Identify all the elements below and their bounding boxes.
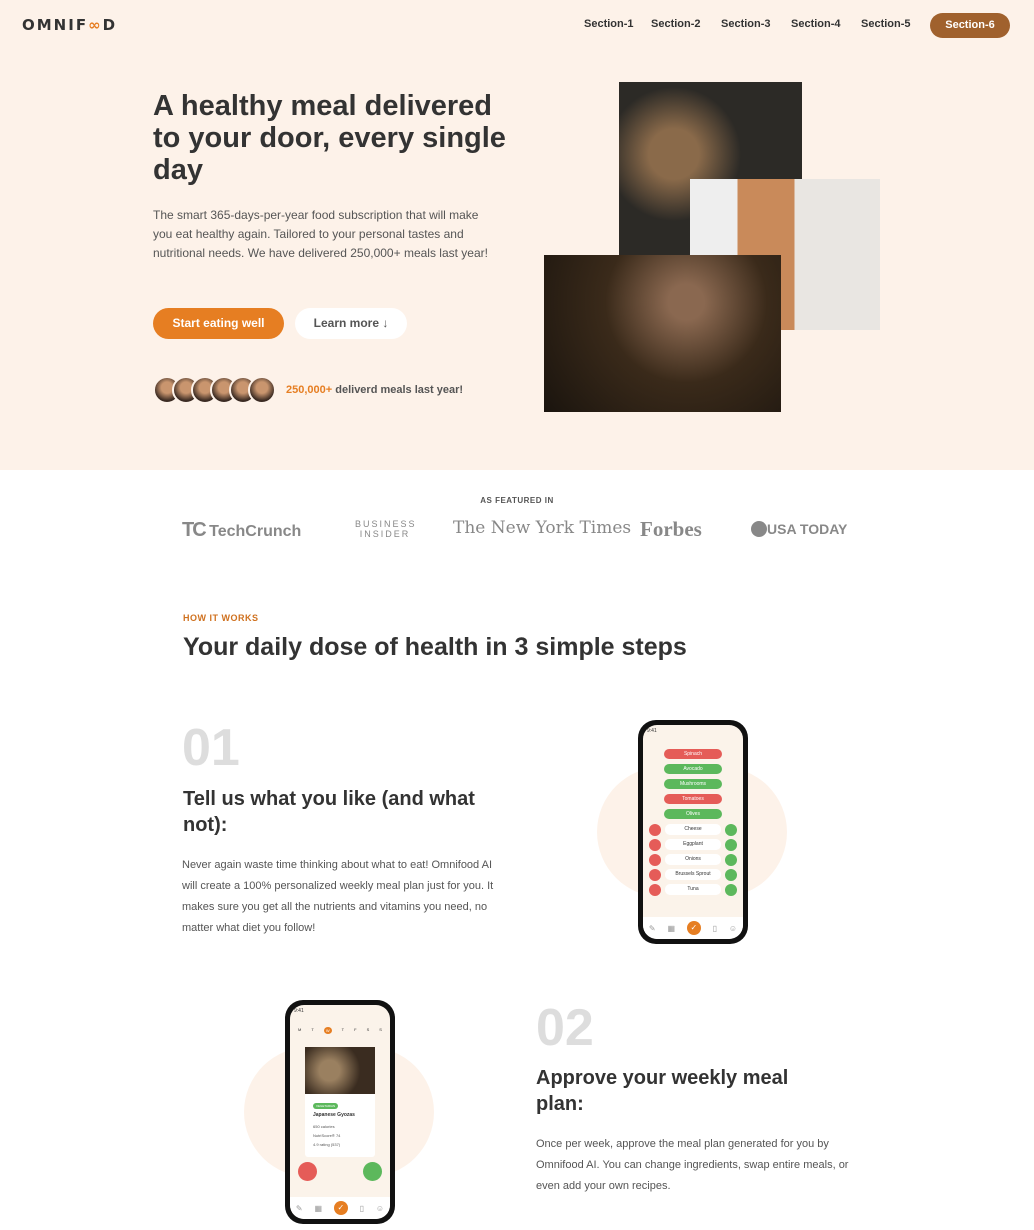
thumbs-up-icon[interactable] xyxy=(725,869,737,881)
food-row: Brussels Sprout xyxy=(649,869,737,881)
calendar-icon: ▦ xyxy=(314,1203,322,1213)
thumbs-down-button[interactable] xyxy=(298,1162,317,1181)
nav-section-2[interactable]: Section-2 xyxy=(651,18,701,30)
meal-name: Japanese Gyozas xyxy=(313,1112,355,1118)
logo-nyt: The New York Times xyxy=(453,518,632,538)
hero-image-woman-eating xyxy=(544,255,781,412)
food-pill[interactable]: Spinach xyxy=(664,749,722,759)
check-icon: ✓ xyxy=(333,1201,348,1215)
food-pill[interactable]: Mushrooms xyxy=(664,779,722,789)
phone-tab-bar: ✎ ▦ ✓ ▯ ☺ xyxy=(290,1197,390,1219)
nav-section-1[interactable]: Section-1 xyxy=(584,18,634,30)
meal-calories: 650 calories xyxy=(313,1124,335,1129)
meal-image xyxy=(305,1047,375,1094)
how-it-works-subheading: HOW IT WORKS xyxy=(183,613,259,623)
hero-title: A healthy meal delivered to your door, e… xyxy=(153,90,506,186)
thumbs-up-icon[interactable] xyxy=(725,839,737,851)
phone-time: 9:41 xyxy=(294,1008,304,1014)
meal-card[interactable]: VEGETARIAN Japanese Gyozas 650 calories N… xyxy=(305,1047,375,1157)
how-it-works-heading: Your daily dose of health in 3 simple st… xyxy=(183,633,687,661)
food-pill[interactable]: Avocado xyxy=(664,764,722,774)
food-row: Eggplant xyxy=(649,839,737,851)
featured-label: AS FEATURED IN xyxy=(480,496,554,505)
thumbs-down-icon[interactable] xyxy=(649,869,661,881)
hero-description: The smart 365-days-per-year food subscri… xyxy=(153,208,488,260)
logo-forbes: Forbes xyxy=(640,517,702,541)
food-row: Onions xyxy=(649,854,737,866)
thumbs-up-icon[interactable] xyxy=(725,854,737,866)
nav-section-5[interactable]: Section-5 xyxy=(861,18,911,30)
thumbs-up-button[interactable] xyxy=(363,1162,382,1181)
bookmark-icon: ▯ xyxy=(712,923,718,933)
step-title: Tell us what you like (and what not): xyxy=(183,788,475,836)
delivered-meals: 250,000+ deliverd meals last year! xyxy=(286,384,463,396)
logo-techcrunch: TC TechCrunch xyxy=(182,519,302,541)
food-pill[interactable]: Tomatoes xyxy=(664,794,722,804)
meal-tag: VEGETARIAN xyxy=(313,1103,339,1109)
phone-tab-bar: ✎ ▦ ✓ ▯ ☺ xyxy=(643,917,743,939)
phone-mockup-preferences: 9:41 Spinach Avocado Mushrooms Tomatoes … xyxy=(638,720,748,944)
step-number: 02 xyxy=(536,999,594,1057)
logo-business-insider: BUSINESS INSIDER xyxy=(355,519,417,539)
thumbs-down-icon[interactable] xyxy=(649,839,661,851)
check-icon: ✓ xyxy=(686,921,701,935)
thumbs-down-icon[interactable] xyxy=(649,854,661,866)
step-text: Never again waste time thinking about wh… xyxy=(182,859,494,934)
delivered-count: 250,000+ xyxy=(286,384,333,396)
carrot-icon: ✎ xyxy=(648,923,656,933)
step-text: Once per week, approve the meal plan gen… xyxy=(536,1138,849,1192)
user-icon: ☺ xyxy=(375,1203,385,1213)
phone-time: 9:41 xyxy=(647,728,657,734)
weekday-selector: MTWTFSS xyxy=(298,1027,382,1034)
food-pill[interactable]: Olives xyxy=(664,809,722,819)
logo-usa-today: USA TODAY xyxy=(751,521,847,537)
meal-rating: 4.9 rating (537) xyxy=(313,1142,341,1147)
customer-avatars xyxy=(153,376,276,404)
thumbs-down-icon[interactable] xyxy=(649,884,661,896)
step-title: Approve your weekly meal plan: xyxy=(536,1067,789,1115)
thumbs-up-icon[interactable] xyxy=(725,824,737,836)
food-row: Cheese xyxy=(649,824,737,836)
carrot-icon: ✎ xyxy=(295,1203,303,1213)
start-eating-button[interactable]: Start eating well xyxy=(153,308,284,339)
avatar xyxy=(248,376,276,404)
phone-mockup-meal-plan: 9:41 MTWTFSS VEGETARIAN Japanese Gyozas … xyxy=(285,1000,395,1224)
learn-more-button[interactable]: Learn more ↓ xyxy=(295,308,407,339)
meal-nutriscore: NutriScore® 74 xyxy=(313,1133,341,1138)
thumbs-down-icon[interactable] xyxy=(649,824,661,836)
bookmark-icon: ▯ xyxy=(359,1203,365,1213)
user-icon: ☺ xyxy=(728,923,738,933)
food-row: Tuna xyxy=(649,884,737,896)
logo[interactable]: OMNIF∞D xyxy=(22,16,117,34)
step-number: 01 xyxy=(182,719,240,777)
nav-section-4[interactable]: Section-4 xyxy=(791,18,841,30)
thumbs-up-icon[interactable] xyxy=(725,884,737,896)
calendar-icon: ▦ xyxy=(667,923,675,933)
delivered-text: deliverd meals last year! xyxy=(332,384,464,396)
nav-section-6-cta[interactable]: Section-6 xyxy=(930,13,1010,38)
nav-section-3[interactable]: Section-3 xyxy=(721,18,771,30)
